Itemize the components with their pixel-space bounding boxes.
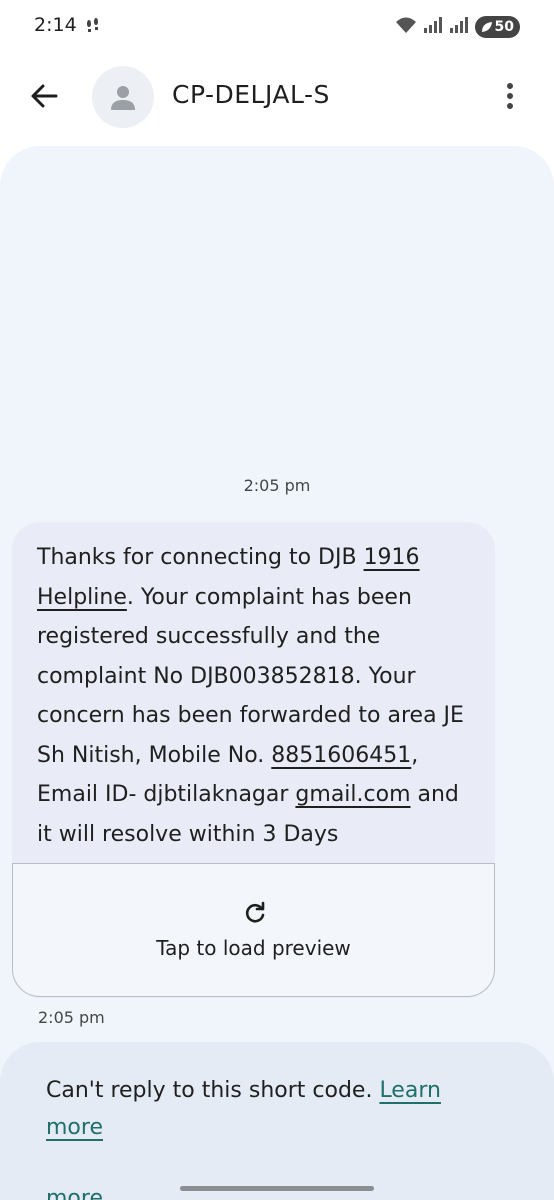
status-time: 2:14: [34, 14, 77, 36]
more-options-button[interactable]: [488, 74, 532, 118]
more-link-fragment[interactable]: more: [46, 1186, 103, 1200]
message-segment: . Your complaint has been registered suc…: [37, 584, 464, 768]
message-text: Thanks for connecting to DJB 1916 Helpli…: [37, 538, 477, 854]
battery-saver-icon: [481, 22, 492, 32]
status-bar: 2:14 50: [0, 0, 554, 56]
signal-icon-2: [449, 16, 469, 38]
arrow-left-icon: [31, 84, 58, 108]
phone-link[interactable]: 8851606451: [271, 743, 411, 768]
reply-panel: Can't reply to this short code. Learn mo…: [0, 1042, 554, 1200]
notification-icon: [84, 16, 104, 36]
person-icon: [111, 86, 135, 110]
battery-indicator: 50: [474, 16, 520, 38]
preview-label: Tap to load preview: [156, 936, 351, 960]
back-button[interactable]: [22, 74, 66, 118]
email-link[interactable]: gmail.com: [295, 782, 410, 807]
more-vert-icon: [507, 83, 513, 109]
signal-icon: [423, 16, 443, 38]
battery-level: 50: [494, 19, 514, 35]
wifi-icon: [395, 16, 417, 38]
reply-notice: Can't reply to this short code. Learn mo…: [46, 1072, 486, 1146]
link-preview-card[interactable]: Tap to load preview: [12, 863, 495, 997]
app-header: CP-DELJAL-S: [0, 56, 554, 140]
message-segment: Thanks for connecting to DJB: [37, 545, 364, 570]
contact-name[interactable]: CP-DELJAL-S: [172, 80, 330, 109]
refresh-icon: [245, 901, 265, 923]
avatar[interactable]: [92, 66, 154, 128]
reply-notice-text: Can't reply to this short code.: [46, 1078, 380, 1103]
conversation[interactable]: 2:05 pm Thanks for connecting to DJB 191…: [0, 146, 554, 1200]
message-time: 2:05 pm: [38, 1008, 105, 1027]
conversation-timestamp: 2:05 pm: [243, 476, 311, 495]
home-indicator[interactable]: [180, 1186, 374, 1191]
